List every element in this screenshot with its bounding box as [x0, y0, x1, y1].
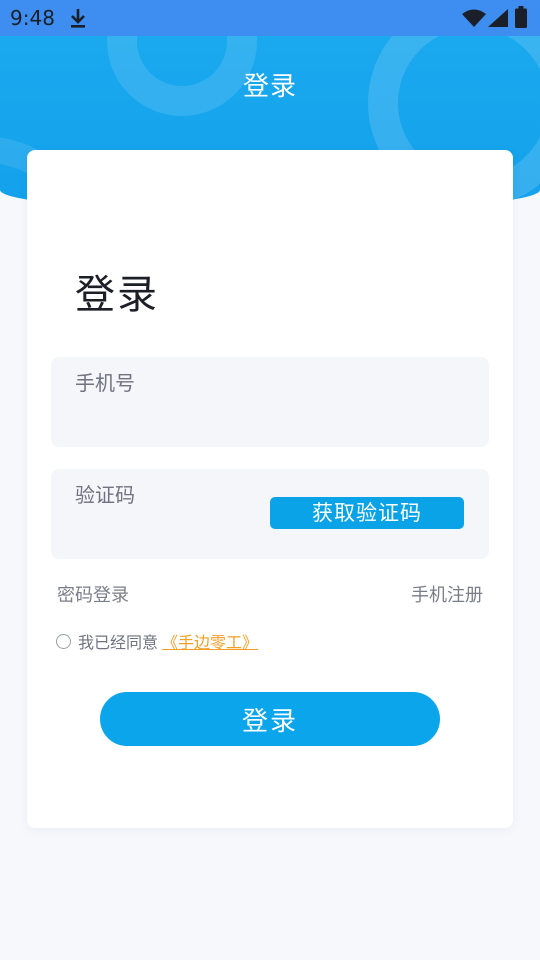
- code-input[interactable]: [75, 483, 275, 507]
- wifi-icon: [462, 9, 486, 27]
- agree-checkbox[interactable]: [56, 633, 71, 649]
- status-time: 9:48: [10, 6, 55, 30]
- password-login-link[interactable]: 密码登录: [57, 581, 129, 607]
- status-bar: 9:48: [0, 0, 540, 36]
- battery-icon: [515, 6, 527, 28]
- agree-text: 我已经同意: [78, 633, 159, 652]
- login-card: 登录 获取验证码 密码登录 手机注册 我已经同意 《手边零工》 登录: [27, 150, 513, 828]
- phone-input[interactable]: [75, 371, 275, 395]
- form-title: 登录: [75, 272, 159, 318]
- header-title: 登录: [242, 72, 297, 102]
- phone-field[interactable]: [51, 357, 489, 447]
- signal-icon: [488, 9, 508, 27]
- code-field[interactable]: 获取验证码: [51, 469, 489, 559]
- download-icon: [71, 9, 85, 28]
- get-code-button[interactable]: 获取验证码: [270, 497, 464, 529]
- agreement-link[interactable]: 《手边零工》: [162, 629, 258, 653]
- register-link[interactable]: 手机注册: [411, 581, 483, 607]
- login-button[interactable]: 登录: [100, 692, 440, 746]
- agreement-row: 我已经同意 《手边零工》: [56, 630, 258, 652]
